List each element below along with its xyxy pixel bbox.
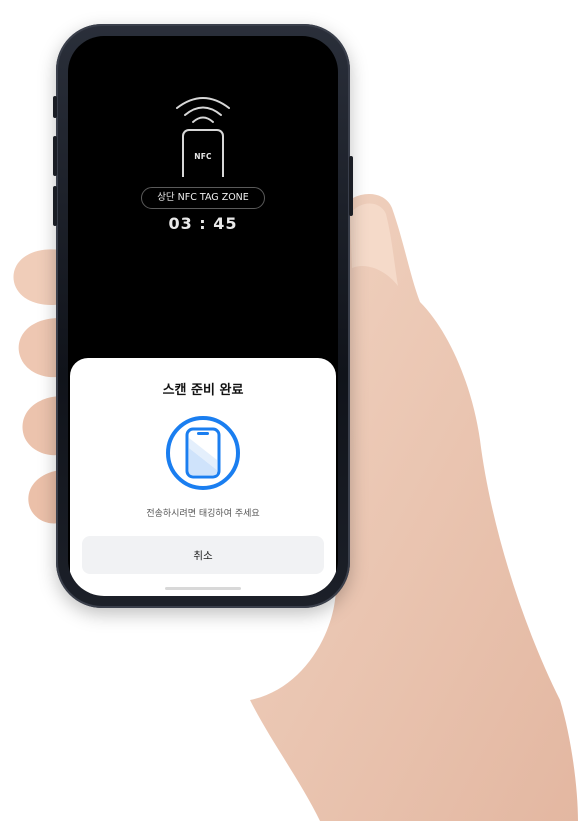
scan-ready-sheet: 스캔 준비 완료 전송하시려면 태깅하여 주세요 취소: [70, 358, 336, 596]
phone-power-button: [349, 156, 353, 216]
cancel-button[interactable]: 취소: [82, 536, 324, 574]
phone-volume-up-button: [53, 136, 57, 176]
nfc-wave-icon: [176, 97, 230, 123]
sheet-description: 전송하시려면 태깅하여 주세요: [146, 509, 260, 519]
nfc-phone-icon: NFC: [182, 129, 224, 177]
nfc-zone-label: 상단 NFC TAG ZONE: [141, 187, 265, 209]
nfc-tag-area: NFC 상단 NFC TAG ZONE 03 : 45: [68, 36, 338, 356]
nfc-device-label: NFC: [194, 152, 212, 161]
countdown-timer: 03 : 45: [168, 214, 238, 233]
stage: NFC 상단 NFC TAG ZONE 03 : 45 스캔 준비 완료 전송하…: [0, 0, 578, 821]
phone-scan-icon: [166, 416, 240, 490]
home-indicator: [165, 587, 241, 590]
phone-volume-down-button: [53, 186, 57, 226]
phone-device: NFC 상단 NFC TAG ZONE 03 : 45 스캔 준비 완료 전송하…: [53, 24, 353, 608]
phone-screen: NFC 상단 NFC TAG ZONE 03 : 45 스캔 준비 완료 전송하…: [68, 36, 338, 596]
sheet-title: 스캔 준비 완료: [162, 383, 244, 398]
phone-side-button: [53, 96, 57, 118]
